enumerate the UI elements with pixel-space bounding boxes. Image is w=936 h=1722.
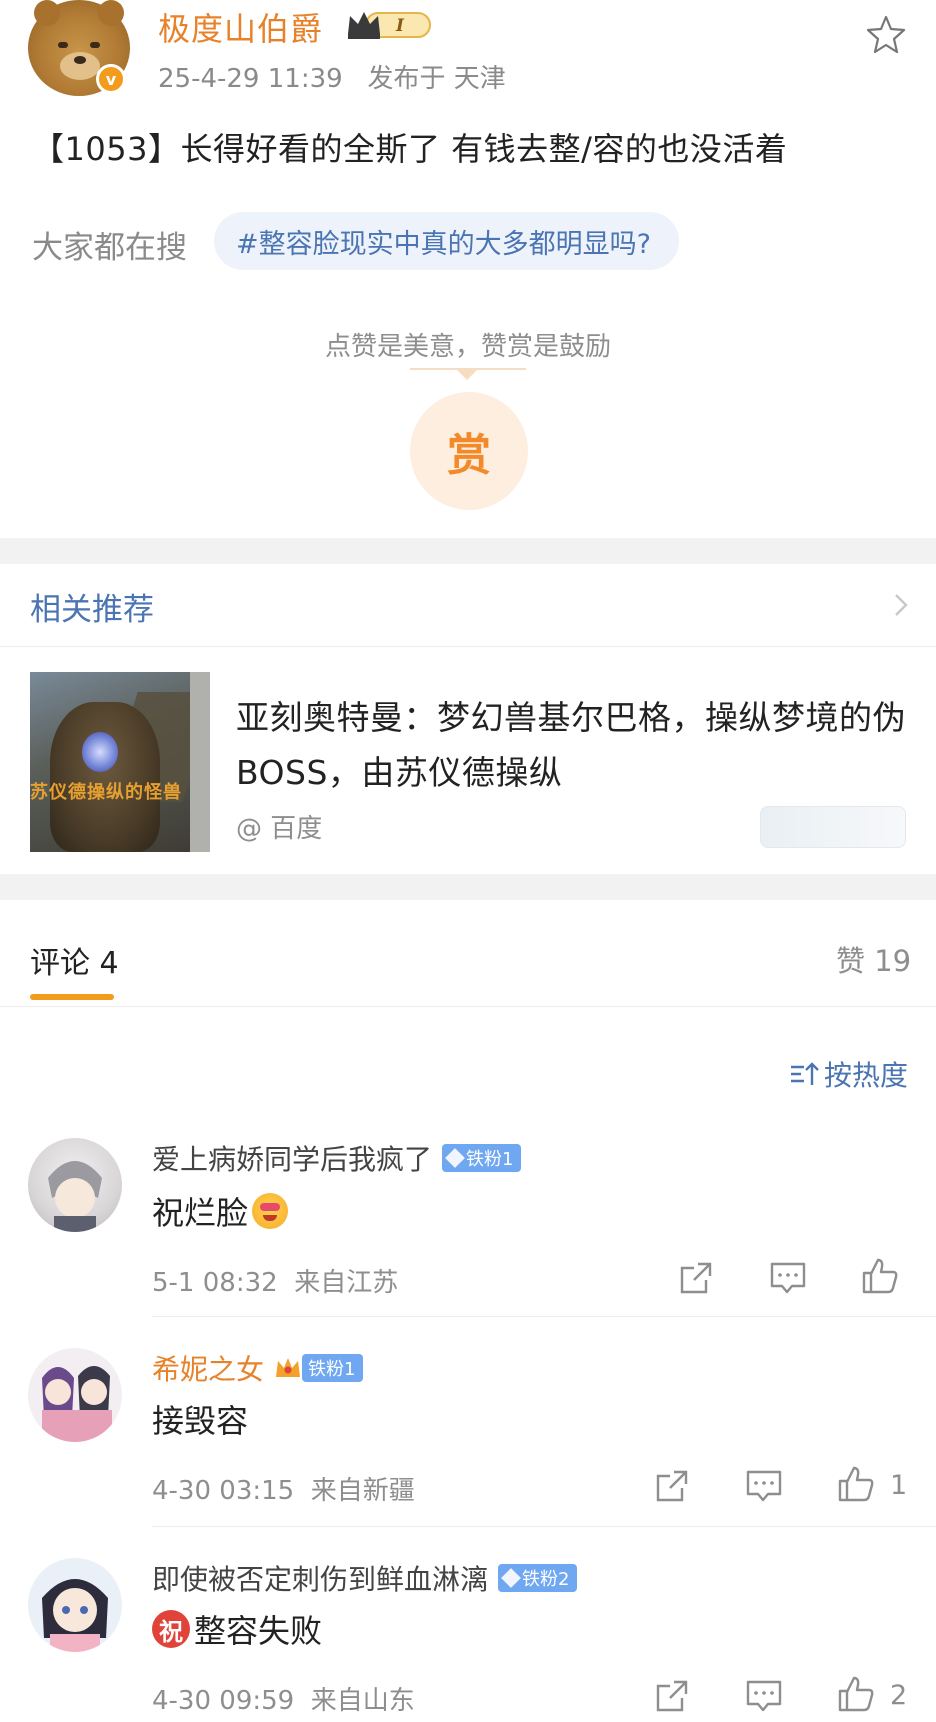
section-gap (0, 874, 936, 900)
related-source: @ 百度 (236, 814, 323, 844)
comment-author-name[interactable]: 希妮之女 (152, 1348, 264, 1388)
favorite-star-icon[interactable] (866, 14, 906, 54)
author-name[interactable]: 极度山伯爵 (158, 4, 323, 50)
post-body: 【1053】长得好看的全斯了 有钱去整/容的也没活着 (32, 130, 788, 168)
comment-location: 来自江苏 (294, 1268, 399, 1298)
like-count: 2 (890, 1680, 908, 1711)
verified-icon: v (96, 64, 126, 94)
comment-icon[interactable] (744, 1466, 784, 1506)
comment-text: 接毁容 (152, 1396, 248, 1442)
comment-time: 4-30 09:59 (152, 1686, 295, 1716)
blessing-badge-icon: 祝 (152, 1610, 190, 1648)
sort-icon (791, 1062, 819, 1085)
fan-badge-label: 铁粉2 (522, 1569, 570, 1590)
comment-author-name[interactable]: 即使被否定刺伤到鲜血淋漓 (152, 1558, 488, 1598)
like-thumb-icon[interactable] (836, 1464, 876, 1504)
related-divider (0, 646, 936, 647)
tabs-divider (0, 1006, 936, 1007)
comment-avatar[interactable] (28, 1348, 122, 1442)
reward-hint: 点赞是美意，赞赏是鼓励 (324, 332, 611, 362)
section-gap (0, 538, 936, 564)
fan-badge-label: 铁粉1 (466, 1149, 514, 1170)
post-timestamp: 25-4-29 11:39 (158, 64, 343, 94)
vip-crown-badge-icon: I (348, 12, 431, 39)
comment-icon[interactable] (744, 1676, 784, 1716)
comment-location: 来自新疆 (310, 1476, 415, 1506)
search-label: 大家都在搜 (32, 230, 187, 266)
share-icon[interactable] (652, 1466, 692, 1506)
share-icon[interactable] (652, 1676, 692, 1716)
reward-caret-icon (456, 369, 478, 380)
comment-author[interactable]: 爱上病娇同学后我疯了 铁粉1 (152, 1138, 522, 1178)
comment-text: 祝烂脸 (152, 1188, 289, 1234)
comment-body: 接毁容 (152, 1402, 249, 1440)
thumbnail-caption: 苏仪德操纵的怪兽 (30, 782, 182, 803)
comment-time: 4-30 03:15 (152, 1476, 295, 1506)
diamond-icon (501, 1568, 521, 1588)
tab-active-indicator (30, 994, 114, 1000)
comment-body: 祝烂脸 (152, 1194, 249, 1232)
fan-badge: 铁粉1 (442, 1144, 522, 1172)
comment-meta: 4-30 09:59 来自山东 (152, 1680, 415, 1717)
blurred-overlay (760, 806, 906, 848)
reward-button[interactable]: 赏 (410, 392, 528, 510)
comment-time: 5-1 08:32 (152, 1268, 278, 1298)
post-meta: 25-4-29 11:39 发布于 天津 (158, 58, 506, 95)
fan-badge-label: 铁粉1 (308, 1359, 356, 1380)
crazy-face-emoji-icon (252, 1193, 289, 1229)
fan-badge: 铁粉2 (498, 1564, 578, 1592)
sort-label: 按热度 (824, 1059, 909, 1092)
comment-author[interactable]: 希妮之女 铁粉1 (152, 1348, 364, 1388)
comment-icon[interactable] (768, 1258, 808, 1298)
comment-divider (152, 1526, 936, 1527)
comment-body: 整容失败 (194, 1612, 323, 1650)
tab-likes[interactable]: 赞 19 (836, 938, 911, 980)
related-headline[interactable]: 亚刻奥特曼：梦幻兽基尔巴格，操纵梦境的伪BOSS，由苏仪德操纵 (236, 690, 916, 800)
fan-badge: 铁粉1 (302, 1354, 364, 1382)
comment-avatar[interactable] (28, 1558, 122, 1652)
comment-author[interactable]: 即使被否定刺伤到鲜血淋漓 铁粉2 (152, 1558, 578, 1598)
diamond-icon (445, 1148, 465, 1168)
comment-author-name[interactable]: 爱上病娇同学后我疯了 (152, 1138, 432, 1178)
search-topic-pill[interactable]: #整容脸现实中真的大多都明显吗? (214, 212, 679, 270)
comment-meta: 4-30 03:15 来自新疆 (152, 1470, 415, 1507)
crown-icon (276, 1358, 301, 1377)
like-count: 1 (890, 1470, 908, 1501)
comment-location: 来自山东 (310, 1686, 415, 1716)
share-icon[interactable] (676, 1258, 716, 1298)
tab-comments[interactable]: 评论 4 (30, 938, 119, 982)
comment-text: 祝 整容失败 (152, 1606, 322, 1652)
like-thumb-icon[interactable] (860, 1256, 900, 1296)
vip-level-text: I (395, 16, 405, 36)
related-title[interactable]: 相关推荐 (30, 584, 154, 629)
comment-meta: 5-1 08:32 来自江苏 (152, 1262, 398, 1299)
comment-divider (152, 1316, 936, 1317)
like-thumb-icon[interactable] (836, 1674, 876, 1714)
related-thumbnail[interactable]: 苏仪德操纵的怪兽 (30, 672, 210, 852)
chevron-right-icon[interactable] (890, 590, 912, 620)
comment-avatar[interactable] (28, 1138, 122, 1232)
post-location: 发布于 天津 (367, 64, 506, 94)
sort-button[interactable]: 按热度 (788, 1054, 908, 1094)
